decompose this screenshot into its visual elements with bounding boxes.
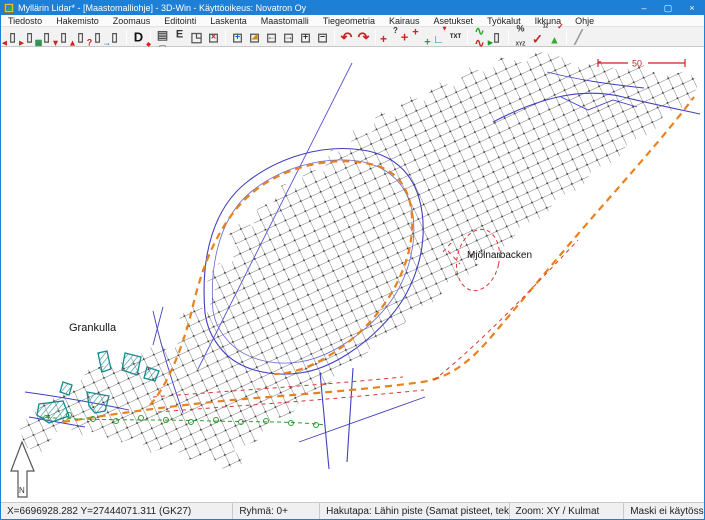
toolbar-separator [150, 30, 151, 44]
check-triangle-icon[interactable]: ▲✓ [546, 28, 563, 45]
menu-kairaus[interactable]: Kairaus [382, 15, 427, 26]
move-point-icon[interactable]: ++ [413, 28, 430, 45]
write-file-icon[interactable]: ▯▸ [21, 28, 38, 45]
status-zoom-mode: Zoom: XY / Kulmat [510, 503, 625, 519]
toolbar-separator [375, 30, 376, 44]
map-canvas[interactable]: 50 N Grankulla Mjölnarbacken [1, 47, 704, 502]
status-search-mode: Hakutapa: Lähin piste (Samat pisteet, te… [320, 503, 509, 519]
toolbar-separator [467, 30, 468, 44]
read-file-icon[interactable]: ▯◂ [4, 28, 21, 45]
toolbar-group: ▯◂▯▸▯▦▯▾▯▴▯?▯→ [3, 27, 124, 46]
label-mjolnarbacken: Mjölnarbacken [467, 250, 532, 261]
toolbar-group: D◆ [129, 27, 148, 46]
xyz-percent-icon[interactable]: %XYZ [512, 28, 529, 45]
app-icon [4, 3, 14, 13]
menu-ikkuna[interactable]: Ikkuna [528, 15, 569, 26]
zoom-out-icon[interactable]: ◻− [314, 28, 331, 45]
file-info-icon[interactable]: ▯? [89, 28, 106, 45]
status-group: Ryhmä: 0+ [233, 503, 320, 519]
file-manager-icon[interactable]: ▯▦ [38, 28, 55, 45]
toolbar-separator [225, 30, 226, 44]
menu-tiegeometria[interactable]: Tiegeometria [316, 15, 382, 26]
status-bar: X=6696928.282 Y=27444071.311 (GK27) Ryhm… [1, 502, 704, 519]
menu-editointi[interactable]: Editointi [157, 15, 203, 26]
toolbar-group: ╱ [569, 27, 588, 46]
north-arrow-label: N [19, 486, 25, 495]
menu-hakemisto[interactable]: Hakemisto [49, 15, 106, 26]
add-point-icon[interactable]: + [396, 28, 413, 45]
north-arrow-icon: N [11, 442, 34, 497]
toolbar-group: ▤▭E▂◳◻× [153, 27, 223, 46]
check-coords-icon[interactable]: ✓12 [529, 28, 546, 45]
title-bar: Myllärin Lidar* - [Maastomalliohje] - 3D… [1, 1, 704, 15]
file-export-icon[interactable]: ▯→ [106, 28, 123, 45]
close-button[interactable]: × [680, 1, 704, 15]
zoom-in-icon[interactable]: ◻+ [297, 28, 314, 45]
app-window: Myllärin Lidar* - [Maastomalliohje] - 3D… [0, 0, 705, 520]
toolbar-separator [126, 30, 127, 44]
window-title: Myllärin Lidar* - [Maastomalliohje] - 3D… [18, 3, 632, 13]
fit-window-icon[interactable]: ◻+ [229, 28, 246, 45]
menu-maastomalli[interactable]: Maastomalli [254, 15, 316, 26]
toolbar-separator [334, 30, 335, 44]
copy-down-icon[interactable]: ▯▾ [55, 28, 72, 45]
terrain-mesh [19, 51, 699, 469]
menu-bar: TiedostoHakemistoZoomausEditointiLaskent… [1, 15, 704, 27]
toolbar-separator [566, 30, 567, 44]
toolbar: ▯◂▯▸▯▦▯▾▯▴▯?▯→D◆▤▭E▂◳◻×◻+◻◢◻←◻→◻+◻−↶↷+?+… [1, 27, 704, 47]
undo-icon[interactable]: ↶ [338, 28, 355, 45]
zoom-prev-icon[interactable]: ◻← [263, 28, 280, 45]
menu-asetukset[interactable]: Asetukset [427, 15, 481, 26]
format-editor-icon[interactable]: D◆ [130, 28, 147, 45]
maximize-button[interactable]: ▢ [656, 1, 680, 15]
toolbar-group: +?+++∟▾TXT [378, 27, 465, 46]
zoom-next-icon[interactable]: ◻→ [280, 28, 297, 45]
menu-ohje[interactable]: Ohje [568, 15, 601, 26]
toolbar-group: ◻+◻◢◻←◻→◻+◻− [228, 27, 332, 46]
redo-icon[interactable]: ↷ [355, 28, 372, 45]
new-window-icon[interactable]: ◳ [188, 28, 205, 45]
toolbar-group: ∿∿▯► [470, 27, 506, 46]
copy-up-icon[interactable]: ▯▴ [72, 28, 89, 45]
label-grankulla: Grankulla [69, 322, 117, 334]
toolbar-group: %XYZ✓12▲✓ [511, 27, 564, 46]
measure-line-icon[interactable]: ╱ [570, 28, 587, 45]
close-window-icon[interactable]: ◻× [205, 28, 222, 45]
scale-icon[interactable]: E▂ [171, 28, 188, 45]
status-mask: Maski ei käytössä [624, 503, 704, 519]
point-info-icon[interactable]: +? [379, 28, 396, 45]
profile-icon[interactable]: ∿∿ [471, 28, 488, 45]
text-tool-icon[interactable]: TXT [447, 28, 464, 45]
toolbar-group: ↶↷ [337, 27, 373, 46]
scale-bar-label: 50 [632, 59, 642, 69]
menu-työkalut[interactable]: Työkalut [480, 15, 528, 26]
menu-zoomaus[interactable]: Zoomaus [106, 15, 158, 26]
menu-tiedosto[interactable]: Tiedosto [1, 15, 49, 26]
toolbar-separator [508, 30, 509, 44]
minimize-button[interactable]: – [632, 1, 656, 15]
menu-laskenta[interactable]: Laskenta [203, 15, 254, 26]
goto-file-icon[interactable]: ▯► [488, 28, 505, 45]
print-icon[interactable]: ▤▭ [154, 28, 171, 45]
station-icon[interactable]: ∟▾ [430, 28, 447, 45]
status-coordinates: X=6696928.282 Y=27444071.311 (GK27) [1, 503, 233, 519]
zoom-window-icon[interactable]: ◻◢ [246, 28, 263, 45]
